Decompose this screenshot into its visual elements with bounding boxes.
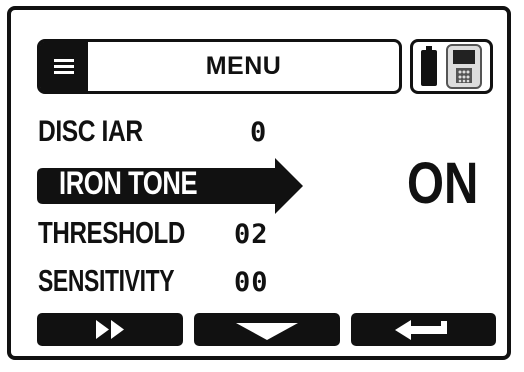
back-return-icon (395, 320, 447, 340)
menu-bar[interactable]: MENU (37, 39, 402, 94)
fast-forward-button[interactable] (37, 313, 183, 346)
menu-item-threshold[interactable]: THRESHOLD (38, 215, 185, 251)
device-status-box (410, 39, 493, 94)
menu-title: MENU (205, 52, 282, 80)
menu-item-sensitivity[interactable]: SENSITIVITY (38, 263, 175, 299)
iron-tone-label: IRON TONE (59, 165, 198, 201)
threshold-value: 02 (234, 219, 269, 250)
menu-item-iron-tone[interactable]: IRON TONE (37, 158, 307, 214)
battery-and-detector-icon (421, 44, 482, 89)
sensitivity-value: 00 (234, 267, 269, 298)
menu-item-disc-iar[interactable]: DISC IAR (38, 115, 143, 149)
hamburger-menu-icon (54, 59, 74, 75)
disc-iar-value: 0 (250, 117, 268, 148)
back-button[interactable] (351, 313, 496, 346)
iron-tone-state: ON (407, 151, 479, 216)
menu-icon-button[interactable] (40, 42, 88, 91)
down-button[interactable] (194, 313, 340, 346)
down-arrow-icon (236, 323, 298, 340)
fast-forward-icon (96, 320, 124, 339)
